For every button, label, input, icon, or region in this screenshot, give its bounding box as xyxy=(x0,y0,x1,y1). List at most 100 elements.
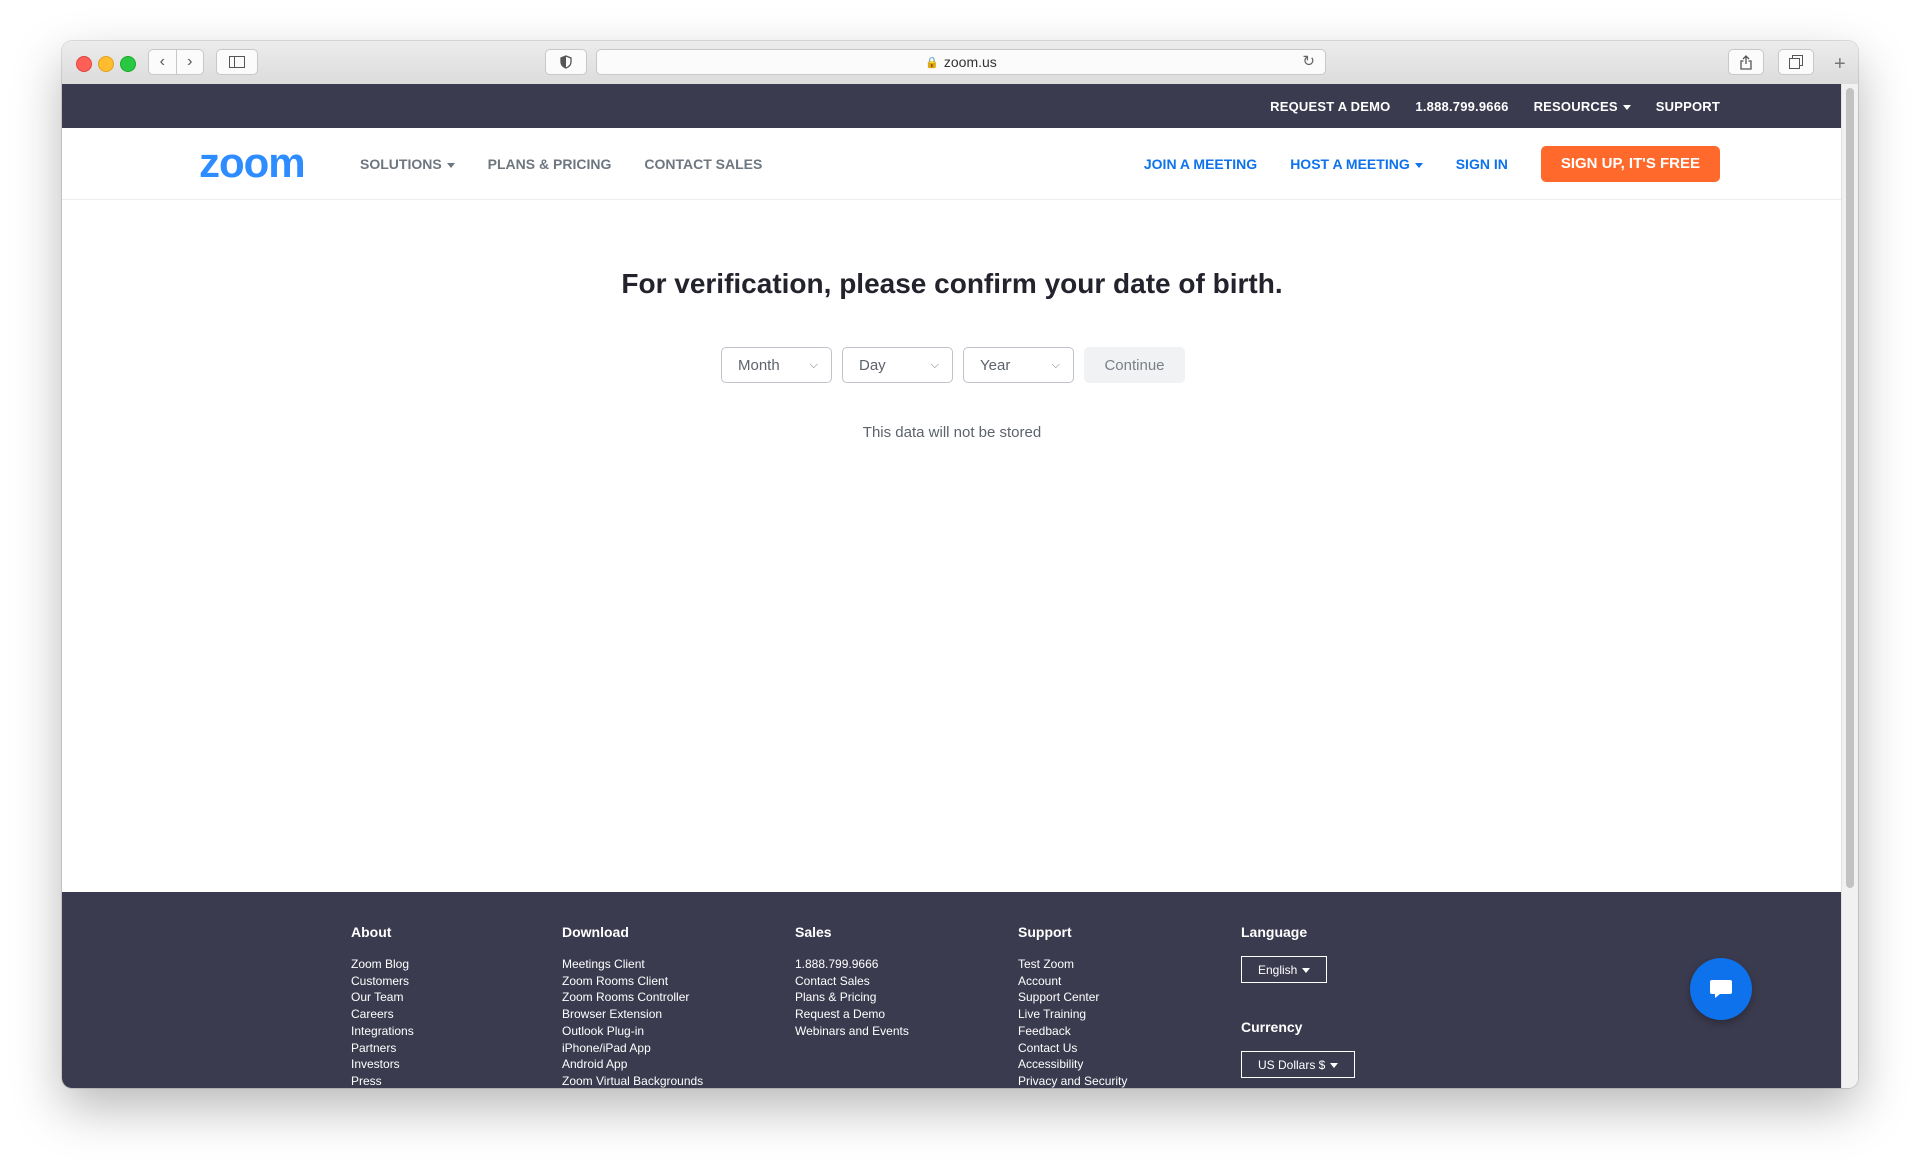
sidebar-toggle-button[interactable] xyxy=(216,49,258,75)
footer-link[interactable]: Plans & Pricing xyxy=(795,989,909,1006)
support-link[interactable]: SUPPORT xyxy=(1656,99,1720,114)
chevron-down-icon: ⌵ xyxy=(809,358,818,371)
footer-link[interactable]: Careers xyxy=(351,1006,414,1023)
footer-heading: Language xyxy=(1241,924,1308,940)
main-nav: zoom SOLUTIONS PLANS & PRICING CONTACT S… xyxy=(62,128,1842,200)
host-meeting-menu[interactable]: HOST A MEETING xyxy=(1290,156,1423,172)
caret-down-icon xyxy=(1302,968,1311,974)
chat-button[interactable] xyxy=(1690,958,1752,1020)
sign-in-link[interactable]: SIGN IN xyxy=(1456,156,1508,172)
footer-link[interactable]: Live Training xyxy=(1018,1006,1127,1023)
chevron-down-icon: ⌵ xyxy=(930,358,939,371)
currency-value: US Dollars $ xyxy=(1258,1058,1326,1072)
footer-link[interactable]: Contact Sales xyxy=(795,973,909,990)
forward-icon[interactable]: › xyxy=(177,53,204,71)
footer-link[interactable]: Privacy and Security xyxy=(1018,1073,1127,1088)
page-title: For verification, please confirm your da… xyxy=(621,268,1283,299)
footer-link[interactable]: Contact Us xyxy=(1018,1040,1127,1057)
chevron-down-icon: ⌵ xyxy=(1051,358,1060,371)
browser-toolbar: ‹ › 🔒 zoom.us ↻ + xyxy=(62,41,1858,85)
footer-link[interactable]: Feedback xyxy=(1018,1023,1127,1040)
host-meeting-label: HOST A MEETING xyxy=(1290,156,1410,172)
footer-link[interactable]: Our Team xyxy=(351,989,414,1006)
footer-link[interactable]: 1.888.799.9666 xyxy=(795,956,909,973)
footer-link[interactable]: Account xyxy=(1018,973,1127,990)
show-tabs-button[interactable] xyxy=(1778,49,1814,75)
solutions-menu[interactable]: SOLUTIONS xyxy=(360,156,455,172)
footer-sales: Sales 1.888.799.9666 Contact Sales Plans… xyxy=(795,924,909,1040)
footer-link[interactable]: Customers xyxy=(351,973,414,990)
footer-link[interactable]: Investors xyxy=(351,1056,414,1073)
minimize-window-button[interactable] xyxy=(98,56,114,72)
close-window-button[interactable] xyxy=(76,56,92,72)
new-tab-icon[interactable]: + xyxy=(1834,53,1846,76)
utility-bar: REQUEST A DEMO 1.888.799.9666 RESOURCES … xyxy=(62,84,1842,128)
footer-language: Language English Currency US Dollars $ xyxy=(1241,924,1356,1078)
footer-link[interactable]: Test Zoom xyxy=(1018,956,1127,973)
footer-link[interactable]: Zoom Blog xyxy=(351,956,414,973)
phone-link[interactable]: 1.888.799.9666 xyxy=(1415,99,1508,114)
footer-link[interactable]: Support Center xyxy=(1018,989,1127,1006)
footer-link[interactable]: Press xyxy=(351,1073,414,1088)
reload-icon[interactable]: ↻ xyxy=(1302,52,1315,70)
footer-link[interactable]: Accessibility xyxy=(1018,1056,1127,1073)
dob-form: Month ⌵ Day ⌵ Year ⌵ Continue xyxy=(721,347,1185,383)
language-select[interactable]: English xyxy=(1241,956,1328,983)
address-bar[interactable]: 🔒 zoom.us ↻ xyxy=(596,49,1326,75)
resources-menu[interactable]: RESOURCES xyxy=(1534,99,1631,114)
day-select-value: Day xyxy=(859,356,886,374)
nav-right-group: JOIN A MEETING HOST A MEETING SIGN IN SI… xyxy=(1144,146,1720,182)
footer-about: About Zoom Blog Customers Our Team Caree… xyxy=(351,924,414,1088)
footer-link[interactable]: Zoom Rooms Controller xyxy=(562,989,703,1006)
footer-link[interactable]: Zoom Rooms Client xyxy=(562,973,703,990)
month-select[interactable]: Month ⌵ xyxy=(721,347,832,383)
continue-button[interactable]: Continue xyxy=(1084,347,1185,383)
footer-link[interactable]: Partners xyxy=(351,1040,414,1057)
footer-link[interactable]: Request a Demo xyxy=(795,1006,909,1023)
zoom-window-button[interactable] xyxy=(120,56,136,72)
footer-heading: Download xyxy=(562,924,629,940)
url-text: zoom.us xyxy=(943,54,997,70)
page-scrollbar[interactable] xyxy=(1841,84,1858,1088)
day-select[interactable]: Day ⌵ xyxy=(842,347,953,383)
plans-pricing-link[interactable]: PLANS & PRICING xyxy=(488,156,612,172)
nav-left-group: SOLUTIONS PLANS & PRICING CONTACT SALES xyxy=(360,156,762,172)
share-icon xyxy=(1740,54,1752,70)
history-nav: ‹ › xyxy=(148,49,204,75)
join-meeting-link[interactable]: JOIN A MEETING xyxy=(1144,156,1257,172)
webpage: REQUEST A DEMO 1.888.799.9666 RESOURCES … xyxy=(62,84,1842,1088)
footer-link[interactable]: Meetings Client xyxy=(562,956,703,973)
contact-sales-link[interactable]: CONTACT SALES xyxy=(644,156,762,172)
share-button[interactable] xyxy=(1728,49,1764,75)
solutions-label: SOLUTIONS xyxy=(360,156,442,172)
footer-heading: Support xyxy=(1018,924,1072,940)
year-select[interactable]: Year ⌵ xyxy=(963,347,1074,383)
back-icon[interactable]: ‹ xyxy=(149,53,176,71)
footer-link[interactable]: Outlook Plug-in xyxy=(562,1023,703,1040)
currency-select[interactable]: US Dollars $ xyxy=(1241,1051,1356,1078)
scrollbar-thumb[interactable] xyxy=(1846,88,1854,888)
privacy-note: This data will not be stored xyxy=(862,424,1042,441)
footer-link[interactable]: Zoom Virtual Backgrounds xyxy=(562,1073,703,1088)
footer-link[interactable]: Browser Extension xyxy=(562,1006,703,1023)
month-select-value: Month xyxy=(738,356,780,374)
chat-bubble-icon xyxy=(1710,980,1732,998)
language-value: English xyxy=(1258,963,1298,977)
zoom-logo[interactable]: zoom xyxy=(199,142,306,184)
footer-download: Download Meetings Client Zoom Rooms Clie… xyxy=(562,924,703,1088)
footer-link[interactable]: Webinars and Events xyxy=(795,1023,909,1040)
tabs-icon xyxy=(1789,55,1803,69)
lock-icon: 🔒 xyxy=(925,56,939,69)
sidebar-icon xyxy=(229,56,245,68)
site-footer: About Zoom Blog Customers Our Team Caree… xyxy=(62,892,1842,1088)
footer-link[interactable]: Integrations xyxy=(351,1023,414,1040)
footer-link[interactable]: iPhone/iPad App xyxy=(562,1040,703,1057)
request-demo-link[interactable]: REQUEST A DEMO xyxy=(1270,99,1390,114)
verification-section: For verification, please confirm your da… xyxy=(62,200,1842,892)
sign-up-button[interactable]: SIGN UP, IT'S FREE xyxy=(1540,146,1720,182)
privacy-report-button[interactable] xyxy=(545,49,587,75)
caret-down-icon xyxy=(1622,104,1631,110)
caret-down-icon xyxy=(1330,1063,1339,1069)
shield-icon xyxy=(560,55,572,69)
footer-link[interactable]: Android App xyxy=(562,1056,703,1073)
